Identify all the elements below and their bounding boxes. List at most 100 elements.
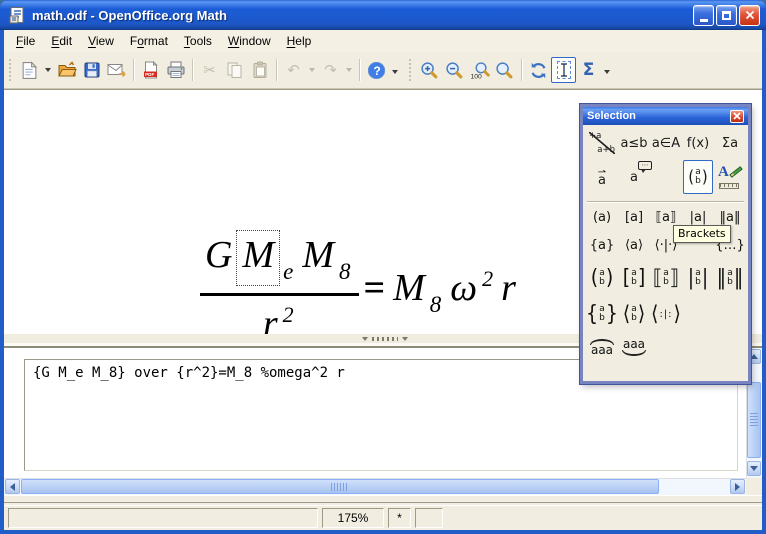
bracket-item-scalable[interactable]: ⟨ab⟩ bbox=[618, 296, 650, 332]
formula-token: 2 bbox=[482, 266, 493, 292]
undo-icon: ↶ bbox=[287, 61, 300, 79]
cut-icon: ✂ bbox=[203, 61, 216, 79]
horizontal-scroll-thumb[interactable] bbox=[21, 479, 659, 494]
formula-cursor-button[interactable] bbox=[551, 57, 576, 83]
zoom-icon bbox=[495, 61, 514, 80]
print-button[interactable] bbox=[163, 57, 188, 83]
palette-category-functions[interactable]: f(x) bbox=[682, 129, 714, 157]
save-button[interactable] bbox=[79, 57, 104, 83]
email-button[interactable] bbox=[104, 57, 129, 83]
open-folder-icon bbox=[57, 61, 77, 79]
help-button[interactable]: ? bbox=[364, 57, 389, 83]
bracket-item-scalable[interactable]: |ab| bbox=[682, 260, 714, 296]
arrow-up-icon bbox=[750, 354, 758, 359]
formats-icon: A bbox=[717, 164, 743, 190]
toolbar-separator bbox=[276, 59, 277, 81]
svg-text:PDF: PDF bbox=[145, 72, 154, 77]
zoom-out-button[interactable] bbox=[442, 57, 467, 83]
palette-category-unary-binary-operators[interactable]: +aa+b bbox=[586, 129, 618, 157]
menu-view[interactable]: View bbox=[80, 31, 122, 51]
palette-category-relations[interactable]: a≤b bbox=[618, 129, 650, 157]
maximize-button[interactable] bbox=[716, 5, 737, 26]
toolbar-grip[interactable] bbox=[409, 59, 414, 81]
scrollbar-corner bbox=[746, 478, 762, 495]
palette-category-set-operations[interactable]: a∈A bbox=[650, 129, 682, 157]
zoom-in-button[interactable] bbox=[417, 57, 442, 83]
formula-token: M bbox=[393, 266, 425, 310]
scroll-down-button[interactable] bbox=[747, 461, 761, 476]
toolbar-overflow[interactable] bbox=[389, 59, 401, 85]
bracket-item-overbrace[interactable]: aaa bbox=[586, 332, 618, 362]
bracket-item[interactable]: [a] bbox=[618, 204, 650, 230]
brackets-category-selected[interactable]: (ab) bbox=[683, 160, 713, 194]
status-panel-extra bbox=[415, 508, 443, 528]
formula-right-side: =M8ω2r bbox=[358, 266, 518, 310]
palette-category-operators[interactable]: Σa bbox=[714, 129, 746, 157]
status-panel-main bbox=[8, 508, 318, 528]
zoom-in-icon bbox=[420, 61, 439, 80]
horizontal-scrollbar[interactable] bbox=[4, 478, 746, 495]
copy-button bbox=[222, 57, 247, 83]
undo-dropdown bbox=[306, 57, 318, 83]
bracket-item-scalable[interactable]: {ab} bbox=[586, 296, 618, 332]
maximize-icon bbox=[722, 11, 731, 20]
toolbar-overflow[interactable] bbox=[601, 59, 613, 85]
menu-format[interactable]: Format bbox=[122, 31, 176, 51]
palette-category-others[interactable]: a⋯ bbox=[618, 159, 650, 195]
others-icon: a⋯ bbox=[630, 170, 638, 185]
scroll-left-button[interactable] bbox=[5, 479, 20, 494]
chevron-down-icon bbox=[604, 70, 610, 74]
bracket-item[interactable]: {a} bbox=[586, 230, 618, 260]
menu-tools[interactable]: Tools bbox=[176, 31, 220, 51]
status-bar: 175% * bbox=[4, 495, 762, 530]
bracket-item[interactable]: (a) bbox=[586, 204, 618, 230]
open-button[interactable] bbox=[54, 57, 79, 83]
menu-edit[interactable]: Edit bbox=[43, 31, 80, 51]
toolbar-separator bbox=[521, 59, 522, 81]
palette-close-button[interactable] bbox=[730, 110, 744, 123]
formula-cursor-icon bbox=[557, 61, 571, 79]
new-document-button[interactable] bbox=[17, 57, 42, 83]
bracket-item-scalable[interactable]: (ab) bbox=[586, 260, 618, 296]
bracket-item-scalable[interactable]: [ab] bbox=[618, 260, 650, 296]
menu-window[interactable]: Window bbox=[220, 31, 279, 51]
scroll-right-button[interactable] bbox=[730, 479, 745, 494]
bracket-item-scalable[interactable]: ⟨:|:⟩ bbox=[650, 296, 682, 332]
paste-icon bbox=[251, 61, 269, 79]
palette-title-bar[interactable]: Selection bbox=[583, 107, 748, 125]
palette-body: +aa+ba≤ba∈Af(x)Σa ⇀aa⋯(ab)A (a)[a]⟦a⟧|a|… bbox=[583, 125, 748, 366]
new-document-dropdown[interactable] bbox=[42, 57, 54, 83]
menu-file[interactable]: File bbox=[8, 31, 43, 51]
symbols-button[interactable]: Σ bbox=[576, 57, 601, 83]
zoom-button[interactable] bbox=[492, 57, 517, 83]
close-button[interactable] bbox=[739, 5, 760, 26]
status-zoom[interactable]: 175% bbox=[322, 508, 384, 528]
status-modified: * bbox=[388, 508, 411, 528]
minimize-icon bbox=[700, 19, 708, 22]
palette-category-row-1: +aa+b a≤ba∈Af(x) Σa bbox=[586, 129, 745, 157]
toolbar-separator bbox=[192, 59, 193, 81]
update-view-button[interactable] bbox=[526, 57, 551, 83]
toolbar-grip[interactable] bbox=[9, 59, 14, 81]
bracket-item[interactable]: ⟨a⟩ bbox=[618, 230, 650, 260]
operators-icon: Σa bbox=[722, 136, 738, 151]
bracket-item-scalable[interactable]: ⟦ab⟧ bbox=[650, 260, 682, 296]
relations-icon: a≤b bbox=[620, 136, 647, 151]
app-icon bbox=[8, 6, 26, 24]
title-bar[interactable]: math.odf - OpenOffice.org Math bbox=[0, 0, 766, 30]
vertical-scroll-thumb[interactable] bbox=[747, 382, 761, 458]
bracket-item-scalable[interactable]: ‖ab‖ bbox=[714, 260, 746, 296]
formula-token: r bbox=[501, 266, 516, 310]
unary-binary-icon: +aa+b bbox=[589, 132, 615, 154]
palette-category-brackets[interactable]: (ab) bbox=[682, 159, 714, 195]
undo-button: ↶ bbox=[281, 57, 306, 83]
chevron-down-icon bbox=[346, 68, 352, 72]
palette-category-formats[interactable]: A bbox=[714, 159, 746, 195]
export-pdf-button[interactable]: PDF bbox=[138, 57, 163, 83]
palette-category-attributes[interactable]: ⇀a bbox=[586, 159, 618, 195]
palette-title: Selection bbox=[587, 110, 730, 122]
minimize-button[interactable] bbox=[693, 5, 714, 26]
menu-help[interactable]: Help bbox=[279, 31, 320, 51]
bracket-item-underbrace[interactable]: aaa bbox=[618, 332, 650, 362]
zoom-100-button[interactable]: 100 bbox=[467, 57, 492, 83]
